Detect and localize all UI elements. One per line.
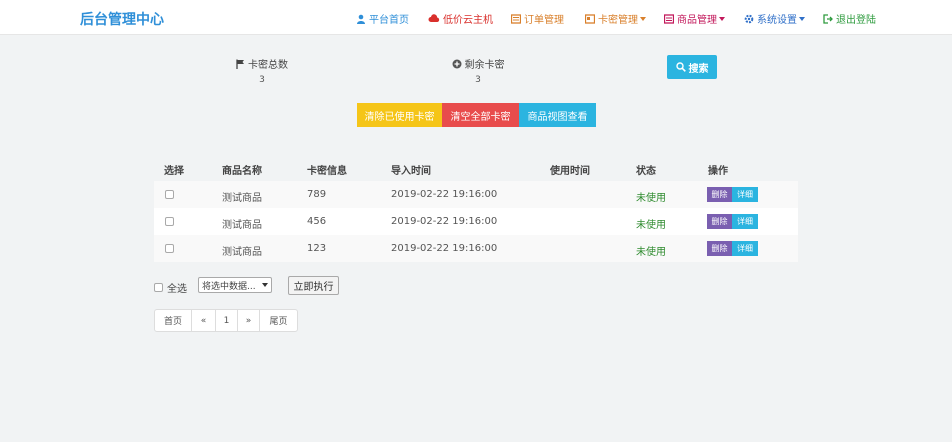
nav-card-manage[interactable]: 卡密管理 (585, 11, 646, 26)
row-card-info: 456 (307, 216, 327, 227)
row-status: 未使用 (636, 247, 666, 258)
goods-view-button[interactable]: 商品视图查看 (519, 103, 596, 127)
stat-total: 卡密总数 3 (202, 56, 322, 85)
row-import-time: 2019-02-22 19:16:00 (391, 216, 498, 227)
nav-card-manage-label: 卡密管理 (598, 15, 638, 26)
th-use-time: 使用时间 (550, 166, 590, 177)
nav-orders[interactable]: 订单管理 (511, 11, 564, 26)
row-card-info: 123 (307, 243, 327, 254)
cloud-icon (428, 13, 440, 22)
logout-icon (823, 13, 833, 24)
th-actions: 操作 (708, 166, 728, 177)
row-checkbox[interactable] (165, 217, 174, 226)
page-next[interactable]: » (238, 310, 260, 331)
nav-logout[interactable]: 退出登陆 (823, 11, 876, 26)
stat-total-label: 卡密总数 (248, 60, 288, 71)
row-goods-name: 测试商品 (222, 247, 262, 258)
goods-icon (664, 13, 674, 24)
delete-button[interactable]: 删除 (707, 214, 732, 229)
top-navbar: 后台管理中心 平台首页 低价云主机 订单管理 卡密管理 商品管理 系统设置 退出… (0, 0, 952, 35)
nav-cloud-host[interactable]: 低价云主机 (428, 11, 493, 26)
chevron-down-icon (640, 16, 646, 21)
search-icon (675, 62, 686, 72)
card-icon (585, 13, 595, 24)
nav-home-label: 平台首页 (369, 15, 409, 26)
row-checkbox[interactable] (165, 190, 174, 199)
detail-button[interactable]: 详细 (732, 187, 758, 202)
page-first[interactable]: 首页 (155, 310, 192, 331)
bulk-action-select[interactable]: 将选中数据... (198, 277, 272, 293)
th-goods-name: 商品名称 (222, 166, 262, 177)
detail-button[interactable]: 详细 (732, 241, 758, 256)
select-all-label: 全选 (167, 284, 187, 295)
row-status: 未使用 (636, 193, 666, 204)
nav-orders-label: 订单管理 (524, 15, 564, 26)
table-row: 测试商品 123 2019-02-22 19:16:00 未使用 删除 详细 (154, 235, 798, 262)
execute-button[interactable]: 立即执行 (288, 276, 339, 295)
nav-settings-label: 系统设置 (757, 15, 797, 26)
chevron-down-icon (262, 283, 268, 287)
chevron-down-icon (799, 16, 805, 21)
delete-button[interactable]: 删除 (707, 187, 732, 202)
brand-title[interactable]: 后台管理中心 (80, 9, 164, 29)
nav-goods-manage[interactable]: 商品管理 (664, 11, 725, 26)
clear-used-button[interactable]: 清除已使用卡密 (357, 103, 442, 127)
detail-button[interactable]: 详细 (732, 214, 758, 229)
list-icon (511, 13, 521, 24)
th-import-time: 导入时间 (391, 166, 431, 177)
row-import-time: 2019-02-22 19:16:00 (391, 189, 498, 200)
clear-all-button[interactable]: 清空全部卡密 (442, 103, 519, 127)
stat-total-value: 3 (259, 75, 265, 85)
nav-logout-label: 退出登陆 (836, 15, 876, 26)
nav-goods-manage-label: 商品管理 (677, 15, 717, 26)
th-select: 选择 (164, 166, 184, 177)
row-checkbox[interactable] (165, 244, 174, 253)
flag-icon (236, 59, 244, 69)
plus-circle-icon (452, 59, 461, 68)
page-prev[interactable]: « (192, 310, 216, 331)
select-all[interactable]: 全选 (154, 280, 187, 295)
chevron-down-icon (719, 16, 725, 21)
bulk-action-selected: 将选中数据... (202, 281, 256, 292)
row-goods-name: 测试商品 (222, 193, 262, 204)
table-row: 测试商品 789 2019-02-22 19:16:00 未使用 删除 详细 (154, 181, 798, 208)
row-import-time: 2019-02-22 19:16:00 (391, 243, 498, 254)
th-status: 状态 (636, 166, 656, 177)
row-goods-name: 测试商品 (222, 220, 262, 231)
delete-button[interactable]: 删除 (707, 241, 732, 256)
gear-icon (744, 14, 754, 23)
stat-remain: 剩余卡密 3 (418, 56, 538, 85)
search-button[interactable]: 搜索 (667, 55, 717, 79)
row-status: 未使用 (636, 220, 666, 231)
page-last[interactable]: 尾页 (260, 310, 297, 331)
page-number[interactable]: 1 (216, 310, 238, 331)
stat-remain-label: 剩余卡密 (464, 60, 505, 71)
nav-home[interactable]: 平台首页 (356, 11, 409, 26)
nav-cloud-host-label: 低价云主机 (443, 15, 493, 26)
table-row: 测试商品 456 2019-02-22 19:16:00 未使用 删除 详细 (154, 208, 798, 235)
user-icon (357, 14, 365, 24)
stat-remain-value: 3 (475, 75, 481, 85)
th-card-info: 卡密信息 (307, 166, 347, 177)
row-card-info: 789 (307, 189, 327, 200)
select-all-checkbox[interactable] (154, 283, 163, 292)
nav-settings[interactable]: 系统设置 (744, 11, 805, 26)
search-button-label: 搜索 (688, 63, 709, 75)
pagination: 首页 « 1 » 尾页 (154, 309, 298, 332)
